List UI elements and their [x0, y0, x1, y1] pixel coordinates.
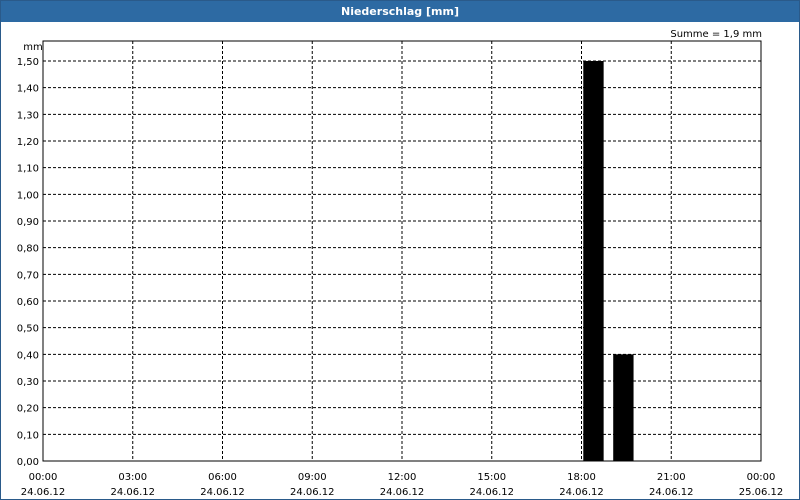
- x-axis-ticks: 00:00 24.06.12 03:00 24.06.12 06:00 24.06.12 0…: [21, 472, 784, 498]
- y-tick-label: 0,90: [17, 217, 39, 228]
- y-tick-label: 0,60: [17, 297, 39, 308]
- x-tick-time: 00:00: [29, 472, 58, 483]
- y-tick-label: 0,80: [17, 244, 39, 255]
- y-axis-unit: mm: [23, 42, 42, 53]
- y-tick-label: 1,30: [17, 110, 39, 121]
- grid: [43, 41, 761, 461]
- x-tick-time: 06:00: [208, 472, 237, 483]
- y-tick-label: 1,40: [17, 84, 39, 95]
- x-tick-date: 24.06.12: [380, 487, 425, 498]
- x-tick-date: 25.06.12: [739, 487, 784, 498]
- y-tick-label: 0,10: [17, 430, 39, 441]
- precipitation-bar: [583, 61, 604, 461]
- precipitation-bar: [613, 354, 634, 461]
- x-tick-date: 24.06.12: [649, 487, 694, 498]
- x-tick-time: 09:00: [298, 472, 327, 483]
- x-tick-time: 00:00: [747, 472, 776, 483]
- y-tick-label: 1,00: [17, 190, 39, 201]
- x-tick-time: 18:00: [567, 472, 596, 483]
- x-tick-date: 24.06.12: [290, 487, 335, 498]
- y-tick-label: 1,10: [17, 164, 39, 175]
- x-tick-date: 24.06.12: [200, 487, 245, 498]
- x-tick-time: 21:00: [657, 472, 686, 483]
- x-tick-date: 24.06.12: [469, 487, 514, 498]
- chart-window: Niederschlag [mm] Summe = 1,9 mm mm 0,00…: [0, 0, 800, 500]
- y-tick-label: 0,20: [17, 404, 39, 415]
- x-tick-date: 24.06.12: [559, 487, 604, 498]
- total-summary: Summe = 1,9 mm: [670, 29, 762, 40]
- y-tick-label: 0,30: [17, 377, 39, 388]
- y-axis-ticks: 0,00 0,10 0,20 0,30 0,40 0,50 0,60 0,70 0,80 0,90…: [17, 57, 39, 468]
- x-tick-time: 03:00: [118, 472, 147, 483]
- y-tick-label: 1,20: [17, 137, 39, 148]
- x-tick-date: 24.06.12: [21, 487, 66, 498]
- y-tick-label: 0,70: [17, 270, 39, 281]
- x-tick-time: 15:00: [477, 472, 506, 483]
- bars: [583, 61, 634, 461]
- precipitation-chart: Summe = 1,9 mm mm 0,000,100,200,300,400,…: [17, 29, 784, 498]
- x-tick-time: 12:00: [388, 472, 417, 483]
- y-tick-label: 0,40: [17, 350, 39, 361]
- x-tick-date: 24.06.12: [110, 487, 155, 498]
- y-tick-label: 1,50: [17, 57, 39, 68]
- y-tick-label: 0,50: [17, 324, 39, 335]
- y-tick-label: 0,00: [17, 457, 39, 468]
